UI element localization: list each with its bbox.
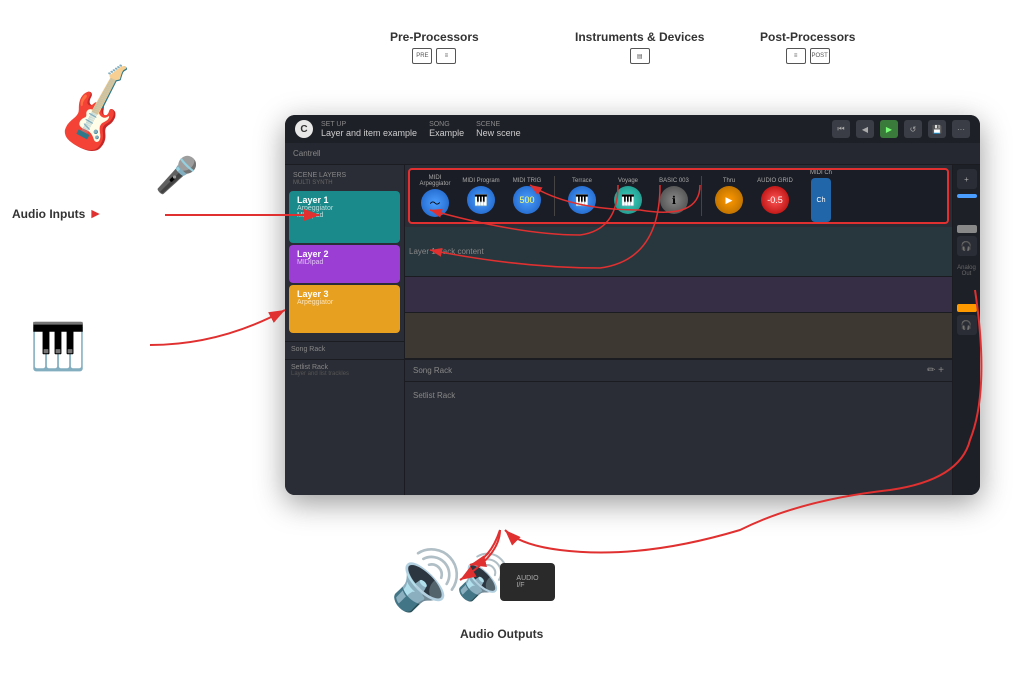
instruments-section: Instruments & Devices ▤ [575, 30, 704, 64]
audio-outputs-label: Audio Outputs [460, 627, 543, 641]
headphone-btn-2[interactable]: 🎧 [957, 315, 977, 335]
track-row-2 [405, 277, 952, 313]
midi-trig-icon: 500 [513, 186, 541, 214]
daw-toolbar-secondary: Cantrell [285, 143, 980, 165]
post-icon-2: POST [810, 48, 830, 64]
setlist-rack-row: Setlist Rack [405, 381, 952, 409]
speaker-large: 🔊 [390, 547, 462, 615]
audio-grid-device[interactable]: AUDIO GRID -0.5 [753, 178, 797, 214]
more-btn[interactable]: ··· [952, 120, 970, 138]
prev-btn[interactable]: ◀ [856, 120, 874, 138]
pre-processor-devices: MIDI Arpeggiator 〜 MIDI Program 🎹 MIDI T… [413, 175, 549, 217]
midi-program-device[interactable]: MIDI Program 🎹 [459, 178, 503, 214]
daw-transport: ⏮ ◀ ▶ ↺ 💾 ··· [832, 120, 970, 138]
keyboard-icon: 🎹 [30, 320, 86, 373]
layers-panel: Scene Layers MULTI SYNTH Layer 1 Arpeggi… [285, 165, 405, 495]
midi-program-icon: 🎹 [467, 186, 495, 214]
song-title: SONG Example [429, 121, 464, 138]
instruments-strip: MIDI Arpeggiator 〜 MIDI Program 🎹 MIDI T… [408, 168, 949, 224]
guitar-icon: 🎸 [46, 60, 151, 162]
track-row-1: Layer 1 track content [405, 227, 952, 277]
audio-grid-icon: -0.5 [761, 186, 789, 214]
voyage-icon: 🎹 [614, 186, 642, 214]
divider-1 [554, 176, 555, 216]
pre-icon-2: ≡ [436, 48, 456, 64]
headphone-btn[interactable]: 🎧 [957, 236, 977, 256]
audio-inputs-label: Audio Inputs ► [12, 205, 103, 221]
volume-fader-1[interactable] [957, 203, 977, 233]
pre-icon-1: PRE [412, 48, 432, 64]
inst-icon: ▤ [630, 48, 650, 64]
midi-ch-icon: Ch [811, 178, 831, 222]
midi-arpeggiator-device[interactable]: MIDI Arpeggiator 〜 [413, 175, 457, 217]
volume-fader-2[interactable] [957, 282, 977, 312]
instruments-title: Instruments & Devices [575, 30, 704, 44]
arpeggiator-icon: 〜 [421, 189, 449, 217]
thru-device[interactable]: Thru ▶ [707, 178, 751, 214]
song-rack-edit[interactable]: ✏ + [927, 365, 944, 376]
post-processors-title: Post-Processors [760, 30, 855, 44]
rewind-btn[interactable]: ⏮ [832, 120, 850, 138]
pre-processors-title: Pre-Processors [390, 30, 479, 44]
song-rack: Song Rack [285, 341, 404, 357]
play-btn[interactable]: ▶ [880, 120, 898, 138]
daw-logo: C [295, 120, 313, 138]
terrace-device[interactable]: Terrace 🎹 [560, 178, 604, 214]
microphone-icon: 🎤 [155, 155, 199, 196]
voyage-device[interactable]: Voyage 🎹 [606, 178, 650, 214]
daw-titlebar: C SET UP Layer and item example SONG Exa… [285, 115, 980, 143]
right-section-2: AnalogOut [957, 265, 976, 279]
track-row-3 [405, 313, 952, 359]
layer-2[interactable]: Layer 2 MIDIpad [289, 245, 400, 283]
midi-trig-device[interactable]: MIDI TRIG 500 [505, 178, 549, 214]
setup-title: SET UP Layer and item example [321, 121, 417, 138]
daw-window: C SET UP Layer and item example SONG Exa… [285, 115, 980, 495]
right-add-btn[interactable]: + [957, 169, 977, 189]
loop-btn[interactable]: ↺ [904, 120, 922, 138]
instrument-devices: Terrace 🎹 Voyage 🎹 BASIC 003 ℹ [560, 178, 696, 214]
daw-content: Scene Layers MULTI SYNTH Layer 1 Arpeggi… [285, 165, 980, 495]
pre-processors-section: Pre-Processors PRE ≡ [390, 30, 479, 64]
post-processors-section: Post-Processors ≡ POST [760, 30, 855, 64]
save-btn[interactable]: 💾 [928, 120, 946, 138]
terrace-icon: 🎹 [568, 186, 596, 214]
audio-interface: AUDIOI/F [500, 563, 555, 601]
audio-meter-1 [957, 194, 977, 198]
basic003-device[interactable]: BASIC 003 ℹ [652, 178, 696, 214]
layer-1[interactable]: Layer 1 Arpeggiator MIDIpad [289, 191, 400, 243]
layer-3[interactable]: Layer 3 Arpeggiator [289, 285, 400, 333]
basic003-icon: ℹ [660, 186, 688, 214]
layers-header: Scene Layers MULTI SYNTH [285, 169, 404, 189]
post-processor-devices: Thru ▶ AUDIO GRID -0.5 MIDI Ch Ch [707, 170, 843, 222]
divider-2 [701, 176, 702, 216]
daw-title-section: SET UP Layer and item example SONG Examp… [321, 121, 824, 138]
post-icon-1: ≡ [786, 48, 806, 64]
right-panel: + 🎧 AnalogOut 🎧 [952, 165, 980, 495]
song-rack-row: Song Rack ✏ + [405, 359, 952, 381]
setlist-rack: Setlist Rack Layer and list trackles [285, 359, 404, 381]
thru-icon: ▶ [715, 186, 743, 214]
scene-title: SCENE New scene [476, 121, 521, 138]
midi-ch-device[interactable]: MIDI Ch Ch [799, 170, 843, 222]
track-area: MIDI Arpeggiator 〜 MIDI Program 🎹 MIDI T… [405, 165, 952, 495]
